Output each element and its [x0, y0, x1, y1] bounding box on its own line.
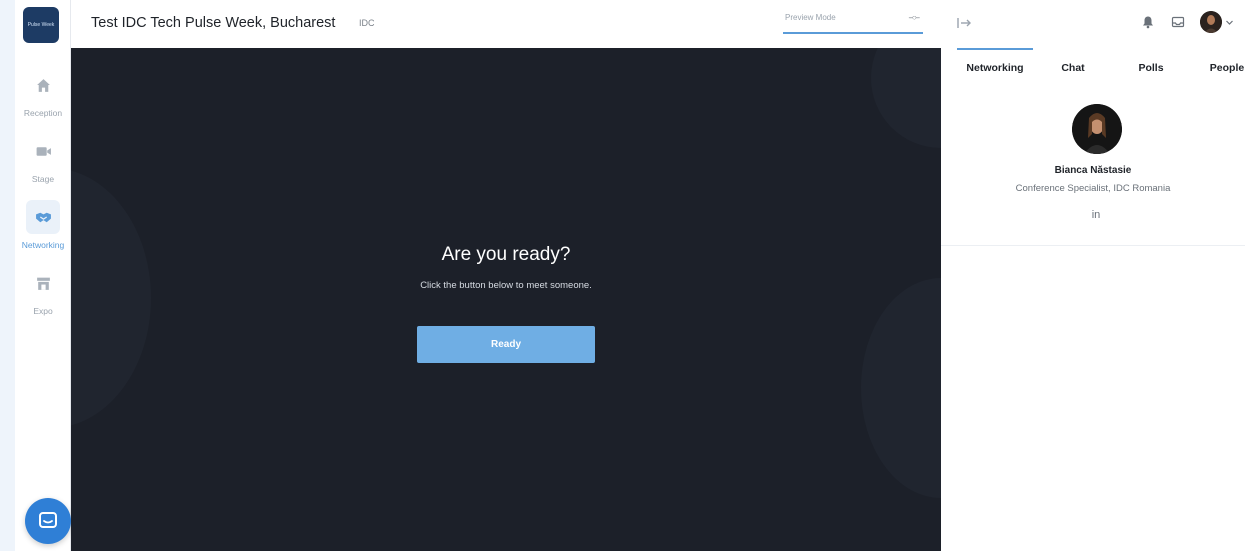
chat-launcher-button[interactable] — [25, 498, 71, 544]
nav-label-stage: Stage — [31, 174, 55, 184]
linkedin-icon[interactable]: in — [1084, 209, 1108, 221]
tab-chat[interactable]: Chat — [1051, 48, 1095, 88]
collapse-panel-icon[interactable] — [955, 14, 973, 32]
networking-stage: Are you ready? Click the button below to… — [71, 48, 941, 551]
avatar-image — [1200, 11, 1222, 33]
left-nav: Pulse Week Reception Stage Networking Ex — [15, 0, 71, 551]
ready-heading: Are you ready? — [441, 244, 571, 265]
profile-photo-image — [1072, 104, 1122, 154]
profile-card: Bianca Năstasie Conference Specialist, I… — [941, 88, 1245, 246]
notifications-bell-icon[interactable] — [1141, 15, 1155, 29]
preview-mode-toggle[interactable]: Preview Mode --○-- — [783, 12, 923, 34]
top-header: Test IDC Tech Pulse Week, Bucharest IDC … — [71, 0, 941, 48]
handshake-icon — [26, 200, 60, 234]
event-logo[interactable]: Pulse Week — [23, 7, 59, 43]
tab-networking[interactable]: Networking — [957, 48, 1033, 88]
store-icon — [26, 266, 60, 300]
background-shape — [871, 48, 941, 148]
user-avatar[interactable] — [1200, 11, 1222, 33]
toggle-icon: --○-- — [908, 13, 920, 22]
right-panel: Networking Chat Polls People Bianca Năst… — [941, 0, 1245, 551]
nav-item-stage[interactable]: Stage — [15, 134, 71, 184]
background-shape — [861, 278, 941, 498]
ready-button[interactable]: Ready — [417, 326, 595, 363]
nav-label-networking: Networking — [21, 240, 65, 250]
background-shape — [71, 168, 151, 428]
chat-bubble-icon — [39, 512, 57, 528]
ready-subtext: Click the button below to meet someone. — [420, 280, 592, 291]
video-icon — [26, 134, 60, 168]
inbox-icon[interactable] — [1171, 15, 1185, 29]
event-organizer: IDC — [359, 18, 375, 28]
profile-role: Conference Specialist, IDC Romania — [1015, 183, 1171, 194]
nav-item-expo[interactable]: Expo — [15, 266, 71, 316]
app-window: Pulse Week Reception Stage Networking Ex — [15, 0, 1245, 551]
event-title: Test IDC Tech Pulse Week, Bucharest — [91, 15, 336, 31]
panel-header — [941, 0, 1245, 48]
nav-item-reception[interactable]: Reception — [15, 68, 71, 118]
panel-tabs: Networking Chat Polls People — [941, 48, 1245, 88]
profile-photo — [1072, 104, 1122, 154]
chevron-down-icon[interactable] — [1225, 18, 1234, 27]
nav-label-expo: Expo — [33, 306, 53, 316]
home-icon — [26, 68, 60, 102]
profile-name: Bianca Năstasie — [1054, 165, 1132, 176]
ready-prompt: Are you ready? Click the button below to… — [71, 244, 941, 291]
preview-mode-label: Preview Mode — [785, 13, 836, 22]
nav-label-reception: Reception — [23, 108, 63, 118]
tab-people[interactable]: People — [1203, 48, 1245, 88]
nav-item-networking[interactable]: Networking — [15, 200, 71, 250]
event-logo-text: Pulse Week — [27, 22, 55, 28]
tab-polls[interactable]: Polls — [1127, 48, 1175, 88]
